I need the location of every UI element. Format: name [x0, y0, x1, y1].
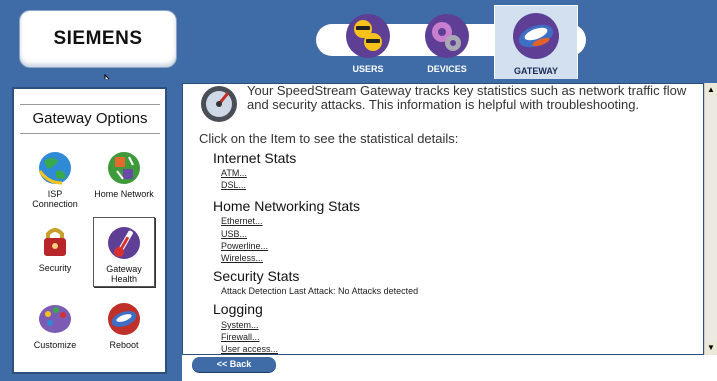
sidebar: Gateway Options ISP Connection Home Netw…	[12, 87, 167, 374]
reboot-icon	[108, 303, 140, 335]
sidebar-item-label: Home Network	[94, 189, 154, 199]
section-title-home-networking-stats: Home Networking Stats	[213, 198, 361, 214]
padlock-icon	[44, 228, 66, 256]
tab-devices-label: DEVICES	[427, 64, 467, 74]
sidebar-item-security[interactable]: Security	[24, 217, 86, 287]
tab-devices[interactable]: DEVICES	[412, 6, 482, 78]
link-wireless[interactable]: Wireless...	[221, 253, 263, 263]
section-title-security-stats: Security Stats	[213, 268, 300, 284]
instruction-text: Click on the Item to see the statistical…	[199, 131, 459, 146]
tab-users[interactable]: USERS	[333, 6, 403, 78]
intro-text: Your SpeedStream Gateway tracks key stat…	[247, 83, 687, 112]
globe-icon	[38, 152, 71, 185]
sidebar-item-gateway-health[interactable]: Gateway Health	[93, 217, 155, 287]
sidebar-item-label: Reboot	[109, 340, 139, 350]
link-ethernet[interactable]: Ethernet...	[221, 216, 263, 226]
sidebar-item-label: ISP Connection	[32, 189, 78, 209]
link-usb[interactable]: USB...	[221, 229, 247, 239]
devices-icon	[425, 14, 469, 58]
tab-gateway[interactable]: GATEWAY	[494, 5, 578, 79]
sidebar-item-label: Gateway Health	[106, 264, 142, 284]
sidebar-title: Gateway Options	[20, 104, 160, 134]
link-user-access[interactable]: User access...	[221, 344, 278, 354]
link-system[interactable]: System...	[221, 320, 259, 330]
security-stats-text: Attack Detection Last Attack: No Attacks…	[221, 286, 419, 296]
thermometer-icon	[108, 227, 140, 259]
users-icon	[346, 14, 390, 58]
tab-users-label: USERS	[352, 64, 384, 74]
tab-gateway-label: GATEWAY	[513, 66, 558, 76]
back-button[interactable]: << Back	[192, 357, 276, 372]
section-title-internet-stats: Internet Stats	[213, 150, 297, 166]
home-network-icon	[108, 152, 140, 184]
link-atm[interactable]: ATM...	[221, 168, 247, 178]
sidebar-item-isp-connection[interactable]: ISP Connection	[24, 143, 86, 213]
link-powerline[interactable]: Powerline...	[221, 241, 268, 251]
section-title-logging: Logging	[213, 301, 263, 317]
sidebar-item-label: Customize	[33, 340, 77, 350]
sidebar-item-label: Security	[38, 263, 72, 273]
siemens-logo: SIEMENS	[19, 10, 177, 68]
gateway-icon	[513, 13, 559, 59]
link-firewall[interactable]: Firewall...	[221, 332, 260, 342]
palette-icon	[39, 305, 71, 333]
sidebar-item-customize[interactable]: Customize	[24, 294, 86, 364]
vertical-scrollbar[interactable]: ▲ ▼	[704, 83, 717, 355]
link-dsl[interactable]: DSL...	[221, 180, 246, 190]
gauge-icon	[201, 86, 237, 122]
scroll-up-arrow-icon[interactable]: ▲	[705, 84, 717, 96]
sidebar-item-reboot[interactable]: Reboot	[93, 294, 155, 364]
main-panel: Your SpeedStream Gateway tracks key stat…	[182, 83, 704, 355]
scroll-down-arrow-icon[interactable]: ▼	[705, 342, 717, 354]
sidebar-item-home-network[interactable]: Home Network	[93, 143, 155, 213]
